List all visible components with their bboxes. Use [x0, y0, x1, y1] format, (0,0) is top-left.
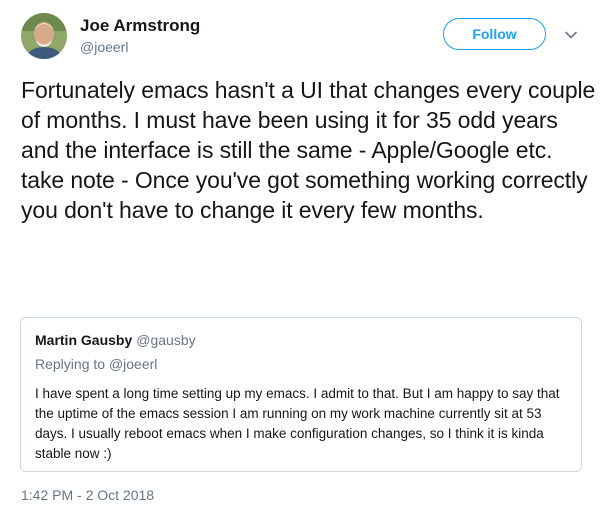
timestamp[interactable]: 1:42 PM - 2 Oct 2018: [21, 487, 154, 503]
chevron-down-icon[interactable]: [564, 28, 578, 42]
tweet-text: Fortunately emacs hasn't a UI that chang…: [21, 77, 596, 223]
quoted-author-name: Martin Gausby: [35, 332, 133, 348]
replying-to-user[interactable]: @joeerl: [109, 356, 157, 372]
replying-to: Replying to @joeerl: [35, 356, 157, 372]
author-name[interactable]: Joe Armstrong: [80, 16, 200, 36]
replying-prefix: Replying to: [35, 356, 106, 372]
avatar[interactable]: [21, 13, 67, 59]
author-handle[interactable]: @joeerl: [80, 39, 128, 55]
quoted-header: Martin Gausby @gausby: [35, 332, 196, 348]
quoted-author-handle: @gausby: [136, 332, 196, 348]
follow-button[interactable]: Follow: [443, 18, 546, 50]
quoted-text: I have spent a long time setting up my e…: [35, 386, 560, 461]
quoted-tweet-card[interactable]: Martin Gausby @gausby Replying to @joeerl…: [20, 317, 582, 472]
